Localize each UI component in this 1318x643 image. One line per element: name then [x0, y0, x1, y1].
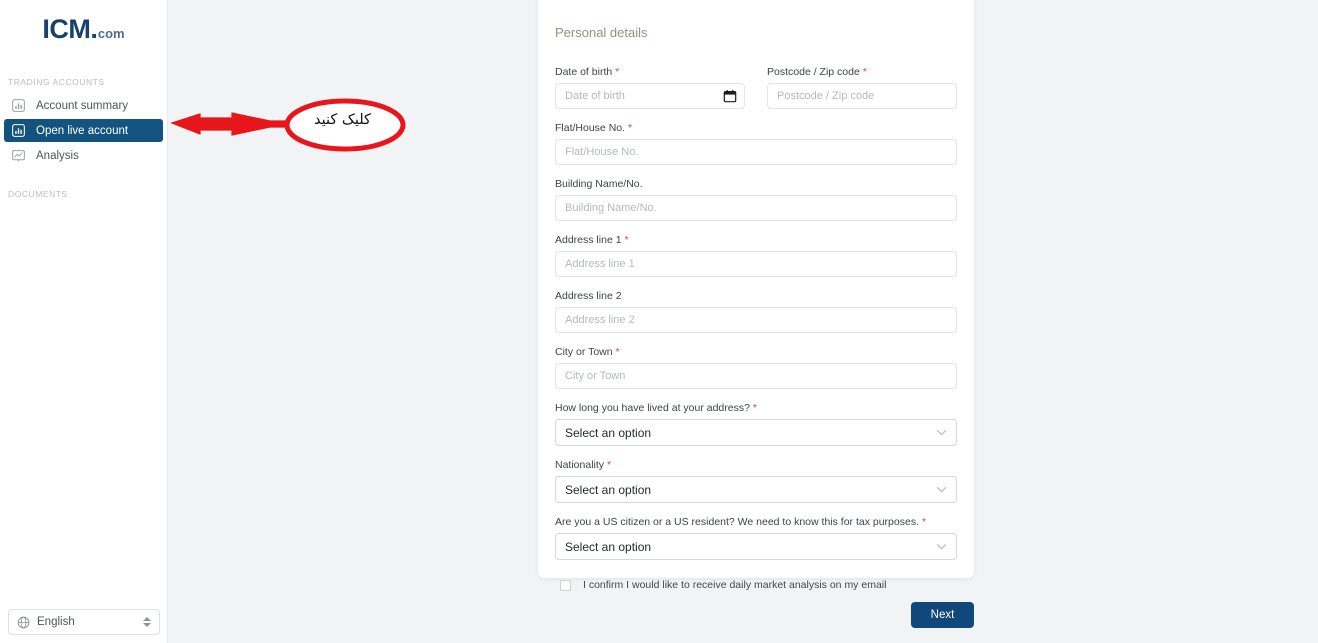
field-flat-house-no: Flat/House No. * [555, 122, 957, 165]
annotation-overlay [170, 98, 406, 152]
building-name-no-input[interactable] [555, 195, 957, 221]
page-title: Personal details [555, 25, 648, 40]
language-selector[interactable]: English [8, 609, 160, 635]
required-asterisk: * [606, 459, 612, 471]
address-line-1-input[interactable] [555, 251, 957, 277]
sidebar-section-documents: DOCUMENTS [8, 189, 68, 199]
field-label-text: Nationality [555, 459, 605, 471]
us-citizen-select[interactable]: Select an option [555, 533, 957, 560]
field-label-text: Address line 1 [555, 234, 622, 246]
consent-row: I confirm I would like to receive daily … [555, 579, 957, 591]
field-building-name-no: Building Name/No. [555, 178, 957, 221]
highlight-ellipse [284, 98, 406, 152]
bar-chart-icon [12, 99, 25, 112]
field-label-text: Flat/House No. [555, 122, 626, 134]
field-label: Address line 2 [555, 290, 622, 302]
field-nationality: Nationality * Select an option [555, 459, 957, 503]
sidebar-item-open-live-account[interactable]: Open live account [4, 119, 163, 142]
select-value: Select an option [565, 539, 652, 554]
select-value: Select an option [565, 425, 652, 440]
required-asterisk: * [624, 234, 629, 246]
chevron-down-icon [936, 543, 947, 550]
field-label-text: Date of birth [555, 66, 613, 78]
sidebar-item-label: Account summary [36, 99, 129, 112]
sidebar: ICM.com TRADING ACCOUNTS Account summary… [0, 0, 168, 643]
sidebar-item-account-summary[interactable]: Account summary [4, 94, 163, 117]
form-row-dob-postcode: Date of birth * Postcode / Zip code * [555, 66, 957, 109]
required-asterisk: * [752, 402, 757, 414]
nationality-select[interactable]: Select an option [555, 476, 957, 503]
field-address-line-1: Address line 1 * [555, 234, 957, 277]
field-label: Address line 1 * [555, 234, 957, 246]
field-label: Flat/House No. * [555, 122, 957, 134]
field-label-text: How long you have lived at your address? [555, 402, 750, 414]
annotation-label: کلیک کنید [314, 112, 371, 128]
postcode-input[interactable] [767, 83, 957, 109]
analysis-chart-icon [12, 150, 25, 162]
field-address-line-2: Address line 2 [555, 290, 957, 333]
required-asterisk: * [627, 122, 633, 134]
chevron-down-icon [936, 429, 947, 436]
address-line-2-input[interactable] [555, 307, 957, 333]
field-time-at-address: How long you have lived at your address?… [555, 402, 957, 446]
language-selector-value: English [37, 616, 75, 628]
logo-dot: . [90, 14, 98, 44]
field-label: Date of birth * [555, 66, 745, 78]
required-asterisk: * [615, 66, 620, 78]
required-asterisk: * [615, 346, 620, 358]
sidebar-item-analysis[interactable]: Analysis [4, 144, 163, 167]
marketing-consent-checkbox[interactable] [560, 579, 571, 591]
input-wrapper [555, 83, 745, 109]
time-at-address-select[interactable]: Select an option [555, 419, 957, 446]
field-label-text: City or Town [555, 346, 613, 358]
field-label: Are you a US citizen or a US resident? W… [555, 516, 957, 528]
field-label: Nationality * [555, 459, 957, 471]
logo-suffix-text: com [97, 26, 125, 41]
chevron-down-icon [936, 486, 947, 493]
field-label-text: Are you a US citizen or a US resident? W… [555, 516, 919, 528]
input-wrapper [767, 83, 957, 109]
field-postcode: Postcode / Zip code * [767, 66, 957, 109]
globe-icon [17, 616, 30, 628]
personal-details-card: Personal details Date of birth * Postcod… [538, 0, 974, 591]
next-button[interactable]: Next [911, 602, 974, 628]
arrow-icon [170, 112, 331, 136]
field-date-of-birth: Date of birth * [555, 66, 745, 109]
flat-house-no-input[interactable] [555, 139, 957, 165]
field-label: How long you have lived at your address?… [555, 402, 957, 414]
logo-main-text: ICM [42, 14, 91, 44]
sidebar-nav-list: Account summary Open live account Analys… [0, 94, 167, 167]
sidebar-section-trading-accounts: TRADING ACCOUNTS [8, 77, 105, 87]
city-or-town-input[interactable] [555, 363, 957, 389]
icm-logo[interactable]: ICM.com [0, 14, 167, 45]
up-down-stepper-icon[interactable] [143, 617, 151, 627]
sidebar-item-label: Open live account [36, 124, 129, 137]
field-us-citizen: Are you a US citizen or a US resident? W… [555, 516, 957, 560]
marketing-consent-label: I confirm I would like to receive daily … [583, 579, 887, 591]
calendar-icon[interactable] [723, 89, 737, 103]
required-asterisk: * [862, 66, 867, 78]
field-label: Building Name/No. [555, 178, 643, 190]
bar-chart-icon [12, 124, 25, 137]
field-label-text: Postcode / Zip code [767, 66, 860, 78]
field-label: Postcode / Zip code * [767, 66, 957, 78]
sidebar-item-label: Analysis [36, 149, 79, 162]
date-of-birth-input[interactable] [555, 83, 745, 109]
required-asterisk: * [921, 516, 927, 528]
field-label: City or Town * [555, 346, 957, 358]
select-value: Select an option [565, 482, 652, 497]
field-city-or-town: City or Town * [555, 346, 957, 389]
